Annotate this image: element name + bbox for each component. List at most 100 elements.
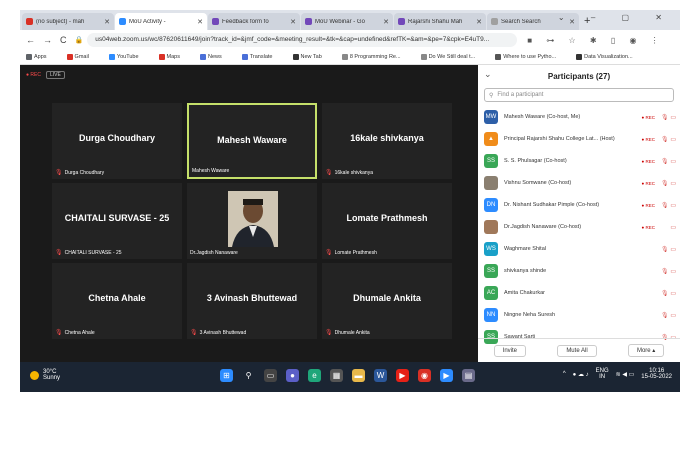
video-tile[interactable]: Mahesh Waware Mahesh Waware	[187, 103, 317, 179]
bookmark-item[interactable]: New Tab	[292, 53, 332, 61]
participant-name: Dr.Jagdish Nanaware (Co-host)	[504, 224, 582, 230]
bookmark-icon	[108, 53, 115, 60]
browser-tab[interactable]: Feedback form fo ✕	[208, 13, 300, 30]
wifi-icon[interactable]: ≋ ◀ ▭	[616, 371, 635, 378]
mic-video-icon[interactable]: ▭	[658, 224, 676, 231]
windows-start-icon[interactable]: ⊞	[220, 369, 233, 382]
bookmark-label: Data Visualization...	[584, 54, 633, 61]
mic-video-icon[interactable]: 🎙 ▭	[658, 136, 676, 143]
lock-icon[interactable]: 🔒	[75, 36, 84, 44]
participant-row[interactable]: AC Amita Chakurkar 🎙 ▭	[478, 282, 680, 304]
bookmark-item[interactable]: Maps	[158, 53, 190, 60]
store-icon[interactable]: ▦	[330, 369, 343, 382]
browser-tab[interactable]: (no subject) - mah ✕	[22, 13, 114, 30]
video-tile[interactable]: CHAITALI SURVASE - 25 🎙 CHAITALI SURVASE -…	[52, 183, 182, 259]
bookmark-item[interactable]: Data Visualization...	[576, 53, 643, 61]
mic-video-icon[interactable]: 🎙 ▭	[658, 312, 676, 319]
participant-row[interactable]: ▲ Principal Rajarshi Shahu College Lat...…	[478, 128, 680, 150]
bookmark-item[interactable]: 8 Programming Re...	[341, 53, 411, 60]
participant-row[interactable]: Vishnu Somwane (Co-host) ● REC 🎙 ▭	[478, 172, 680, 194]
bookmark-label: New Tab	[300, 54, 322, 61]
participant-row[interactable]: SS S. S. Phulsagar (Co-host) ● REC 🎙 ▭	[478, 150, 680, 172]
file-explorer-icon[interactable]: ▬	[352, 369, 365, 382]
bookmark-item[interactable]: Translate	[241, 53, 283, 60]
participant-row[interactable]: MW Mahesh Waware (Co-host, Me) ● REC 🎙 ▭	[478, 106, 680, 128]
youtube-icon[interactable]: ▶	[396, 369, 409, 382]
bookmark-label: Do We Still deal t...	[428, 54, 476, 61]
app-icon[interactable]: ▤	[462, 369, 475, 382]
browser-tab[interactable]: Rajarshi Shahu Mah ✕	[394, 13, 486, 30]
invite-button[interactable]: Invite	[493, 344, 526, 357]
mic-video-icon[interactable]: 🎙 ▭	[658, 180, 676, 187]
tab-close-icon[interactable]: ✕	[197, 18, 203, 26]
browser-tab[interactable]: MoU Webinar - Go ✕	[301, 13, 393, 30]
rec-badge: ● REC	[641, 136, 655, 142]
tile-name-large: Mahesh Waware	[217, 135, 287, 145]
bookmark-icon	[292, 53, 299, 60]
browser-toolbar-icons[interactable]: ■ ⊶ ☆ ✱ ▯ ◉ ⋮	[527, 36, 664, 45]
participant-row[interactable]: SS shivkanya shinde 🎙 ▭	[478, 260, 680, 282]
bookmark-item[interactable]: Gmail	[66, 53, 99, 60]
tab-label: MoU Webinar - Go	[315, 18, 365, 25]
tab-close-icon[interactable]: ✕	[290, 18, 296, 26]
participant-row[interactable]: NN Ningne Neha Suresh 🎙 ▭	[478, 304, 680, 326]
tab-close-icon[interactable]: ✕	[476, 18, 482, 26]
participant-row[interactable]: WS Waghmare Shital 🎙 ▭	[478, 238, 680, 260]
mute-all-button[interactable]: Mute All	[557, 344, 597, 357]
more-button[interactable]: More ▴	[627, 344, 665, 357]
participant-search[interactable]: ⚲ Find a participant	[484, 88, 674, 102]
word-icon[interactable]: W	[374, 369, 387, 382]
search-taskbar-icon[interactable]: ⚲	[242, 369, 255, 382]
tab-close-icon[interactable]: ✕	[104, 18, 110, 26]
tab-label: Feedback form fo	[222, 18, 269, 25]
tray-chevron-icon[interactable]: ^	[563, 371, 566, 377]
mic-video-icon[interactable]: 🎙 ▭	[658, 158, 676, 165]
tab-favicon-icon	[491, 18, 498, 25]
task-view-icon[interactable]: ▭	[264, 369, 277, 382]
tile-name-large: 3 Avinash Bhuttewad	[206, 293, 298, 303]
tab-favicon-icon	[305, 18, 312, 25]
participant-row[interactable]: DN Dr. Nishant Sudhakar Pimple (Co-host) ●…	[478, 194, 680, 216]
weather-widget[interactable]: 30°C Sunny	[30, 369, 60, 381]
window-controls[interactable]: ⌄ – ▢ ✕	[558, 13, 674, 22]
forward-icon[interactable]: →	[43, 35, 52, 45]
mic-video-icon[interactable]: 🎙 ▭	[658, 114, 676, 121]
mic-video-icon[interactable]: 🎙 ▭	[658, 290, 676, 297]
bookmark-item[interactable]: Apps	[26, 53, 57, 60]
chat-icon[interactable]: ●	[286, 369, 299, 382]
bookmark-item[interactable]: Do We Still deal t...	[420, 53, 486, 61]
url-input[interactable]: us04web.zoom.us/wc/87620611649/join?trac…	[87, 33, 518, 47]
mic-video-icon[interactable]: 🎙 ▭	[658, 246, 676, 253]
chrome-icon[interactable]: ◉	[418, 369, 431, 382]
browser-tab[interactable]: MoU Activity - ✕	[115, 13, 207, 30]
video-tile[interactable]: Dhumale Ankita 🎙 Dhumale Ankita	[322, 263, 452, 339]
bookmark-item[interactable]: YouTube	[108, 53, 149, 60]
video-tile[interactable]: Chetna Ahale 🎙 Chetna Ahale	[52, 263, 182, 339]
mic-video-icon[interactable]: 🎙 ▭	[658, 268, 676, 275]
video-tile[interactable]: 16kale shivkanya 🎙 16kale shivkanya	[322, 103, 452, 179]
bookmark-item[interactable]: Where to use Pytho...	[495, 53, 566, 60]
participant-name: S. S. Phulsagar (Co-host)	[504, 158, 567, 164]
participant-photo	[228, 191, 278, 247]
video-tile[interactable]: Durga Choudhary 🎙 Durga Choudhary	[52, 103, 182, 179]
video-tile[interactable]: Dr.Jagdish Nanaware	[187, 183, 317, 259]
mic-video-icon[interactable]: 🎙 ▭	[658, 202, 676, 209]
bookmark-icon	[158, 53, 165, 60]
video-tile[interactable]: Lomate Prathmesh 🎙 Lomate Prathmesh	[322, 183, 452, 259]
collapse-icon[interactable]: ⌄	[484, 69, 492, 80]
video-tile[interactable]: 3 Avinash Bhuttewad 🎙 3 Avinash Bhuttewad	[187, 263, 317, 339]
bookmark-item[interactable]: News	[200, 53, 232, 60]
tray-icons[interactable]: ● ☁ ♪	[573, 371, 589, 378]
edge-icon[interactable]: e	[308, 369, 321, 382]
reload-icon[interactable]: C	[60, 35, 67, 45]
tile-name-text: Dhumale Ankita	[334, 329, 370, 336]
back-icon[interactable]: ←	[26, 35, 35, 45]
participant-row[interactable]: Dr.Jagdish Nanaware (Co-host) ● REC ▭	[478, 216, 680, 238]
rec-label: ● REC	[26, 72, 41, 78]
tab-close-icon[interactable]: ✕	[383, 18, 389, 26]
muted-mic-icon: 🎙	[55, 250, 63, 256]
muted-mic-icon: 🎙	[55, 330, 63, 336]
clock[interactable]: 10:16 15-05-2022	[641, 368, 672, 380]
zoom-icon[interactable]: ▶	[440, 369, 453, 382]
language-indicator[interactable]: ENG IN	[596, 368, 609, 380]
